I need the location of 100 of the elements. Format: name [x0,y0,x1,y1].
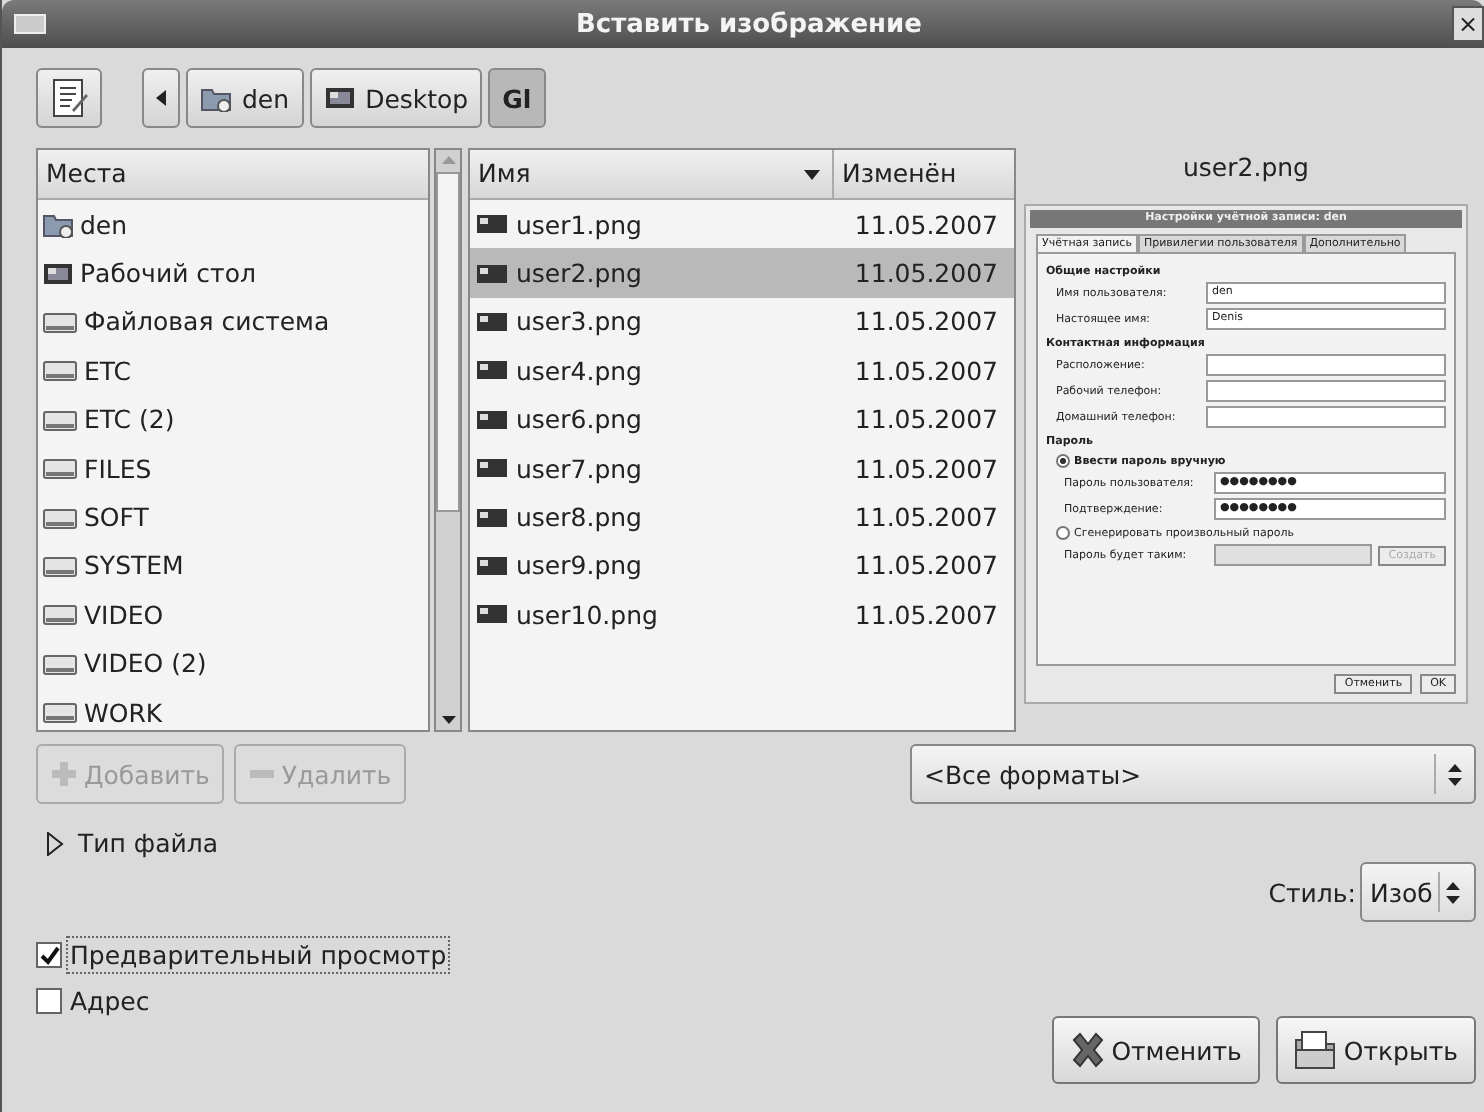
preview-title: user2.png [1183,152,1309,186]
radio-button[interactable] [1056,526,1070,540]
file-name: user6.png [516,404,642,435]
file-row[interactable]: user10.png 11.05.2007 [470,590,1014,640]
column-header[interactable]: Имя [470,150,834,200]
file-row[interactable]: user9.png 11.05.2007 [470,541,1014,591]
image-file-icon [476,214,508,235]
file-date: 11.05.2007 [854,404,998,435]
file-row[interactable]: user3.png 11.05.2007 [470,297,1014,347]
place-item[interactable]: VIDEO (2) [84,648,207,679]
file-date: 11.05.2007 [854,209,998,240]
checkbox-label[interactable]: Адрес [66,982,154,1020]
file-row[interactable]: user4.png 11.05.2007 [470,346,1014,396]
file-name: user9.png [516,550,642,581]
file-row[interactable]: user8.png 11.05.2007 [470,492,1014,542]
file-name: user2.png [516,258,642,289]
place-item[interactable]: ETC [84,355,132,386]
place-item[interactable]: Файловая система [84,306,330,337]
open-button[interactable]: Открыть [1275,1016,1476,1084]
place-item[interactable]: SYSTEM [84,550,184,581]
monitor-icon [42,259,74,288]
monitor-icon [323,84,356,112]
file-date: 11.05.2007 [854,502,998,533]
drive-icon [42,407,78,432]
radio-button[interactable] [1056,454,1070,468]
cancel-button[interactable]: Отменить [1051,1016,1260,1084]
input-field[interactable] [1206,354,1446,376]
file-date: 11.05.2007 [854,258,998,289]
file-date: 11.05.2007 [854,599,998,630]
file-name: user10.png [516,599,658,630]
file-name: user4.png [516,355,642,386]
folder-icon [200,84,232,112]
image-file-icon [476,311,508,332]
back-button[interactable] [142,68,180,128]
folder-icon [1293,1030,1338,1070]
image-file-icon [476,604,508,625]
place-item[interactable]: FILES [84,453,152,484]
image-file-icon [476,458,508,479]
place-item[interactable]: SOFT [84,502,149,533]
image-file-icon [476,507,508,528]
path-button[interactable]: den [186,68,304,128]
image-file-icon [476,263,508,284]
x-icon [1069,1032,1106,1068]
file-date: 11.05.2007 [854,355,998,386]
plus-icon [50,760,78,788]
drive-icon [42,602,78,627]
up-arrow-icon [441,156,455,164]
checkbox-label[interactable]: Предварительный просмотр [66,936,451,974]
file-date: 11.05.2007 [854,306,998,337]
format-dropdown[interactable]: <Все форматы> [910,744,1476,804]
place-item[interactable]: WORK [84,697,163,728]
image-file-icon [476,409,508,430]
path-button[interactable]: Desktop [309,68,483,128]
scroll-thumb[interactable] [436,172,460,512]
file-name: user7.png [516,453,642,484]
close-button[interactable]: × [1451,6,1484,42]
sort-arrow-icon [804,169,820,179]
style-dropdown[interactable]: Изоб [1360,862,1476,922]
drive-icon [42,358,78,383]
drive-icon [42,700,78,725]
window-title: Вставить изображение [573,9,924,39]
file-row[interactable]: user7.png 11.05.2007 [470,443,1014,493]
notepad-icon [51,78,87,118]
place-item[interactable]: VIDEO [84,599,164,630]
check-icon [39,945,59,965]
drive-icon [42,505,78,530]
file-row[interactable]: user2.png 11.05.2007 [470,248,1014,298]
updown-icon [1448,763,1462,785]
column-header[interactable]: Изменён [834,150,1014,200]
image-file-icon [476,360,508,381]
image-file-icon [476,555,508,576]
left-arrow-icon [156,90,166,106]
window-icon [14,14,46,34]
file-name: user3.png [516,306,642,337]
column-header[interactable]: Места [38,150,428,200]
updown-icon [1446,881,1461,903]
drive-icon [42,553,78,578]
place-item[interactable]: ETC (2) [84,404,175,435]
style-label: Стиль: [1268,877,1356,907]
path-button[interactable]: Gl [488,68,546,128]
checkbox[interactable] [36,942,62,968]
drive-icon [42,456,78,481]
edit-location-button[interactable] [36,68,102,128]
expander[interactable]: Тип файла [46,828,219,858]
file-row[interactable]: user6.png 11.05.2007 [470,395,1014,444]
folder-icon [42,210,74,239]
file-row[interactable]: user1.png 11.05.2007 [470,200,1014,249]
input-field[interactable] [1206,380,1446,402]
place-item[interactable]: Рабочий стол [80,258,256,289]
scrollbar[interactable] [434,148,462,732]
checkbox[interactable] [36,988,62,1014]
place-item[interactable]: den [80,209,128,240]
file-date: 11.05.2007 [854,453,998,484]
down-arrow-icon [441,716,455,724]
right-triangle-icon [46,831,64,855]
input-field[interactable] [1206,406,1446,428]
file-date: 11.05.2007 [854,550,998,581]
file-name: user8.png [516,502,642,533]
drive-icon [42,309,78,334]
input-field[interactable] [1214,544,1373,566]
